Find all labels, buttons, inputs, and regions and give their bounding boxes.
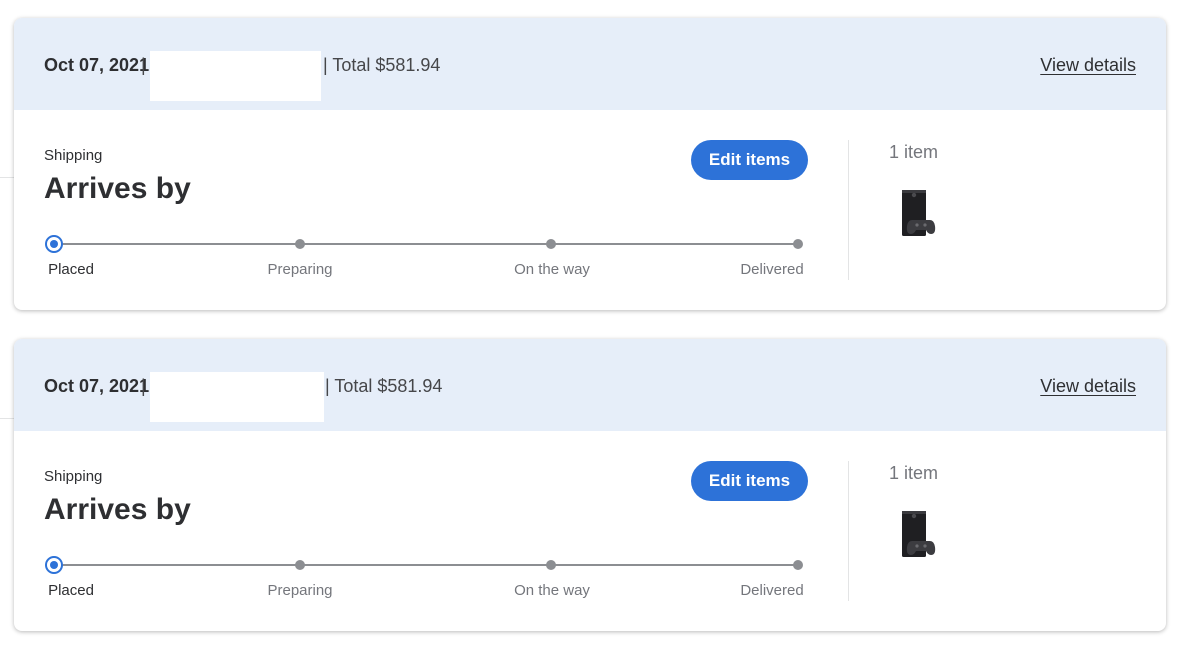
- item-count: 1 item: [889, 142, 939, 162]
- step-dot: [546, 560, 556, 570]
- step-label-on-the-way: On the way: [514, 261, 590, 278]
- view-details-link[interactable]: View details: [1040, 376, 1136, 397]
- step-label-on-the-way: On the way: [514, 582, 590, 599]
- step-label-delivered: Delivered: [740, 261, 804, 278]
- step-dot: [295, 239, 305, 249]
- step-current-marker: [45, 556, 63, 574]
- step-current-marker: [45, 235, 63, 253]
- step-dot: [295, 560, 305, 570]
- order-progress-tracker: Placed Preparing On the way Delivered: [14, 18, 844, 310]
- view-details-link[interactable]: View details: [1040, 55, 1136, 76]
- step-dot: [793, 239, 803, 249]
- order-card: Oct 07, 2021 | | Total $581.94 View deta…: [14, 339, 1166, 631]
- column-divider: [848, 461, 849, 601]
- progress-track: [54, 564, 798, 566]
- order-progress-tracker: Placed Preparing On the way Delivered: [14, 339, 844, 631]
- step-label-placed: Placed: [48, 582, 94, 599]
- progress-track: [54, 243, 798, 245]
- step-dot: [546, 239, 556, 249]
- step-dot: [793, 560, 803, 570]
- step-label-preparing: Preparing: [267, 582, 333, 599]
- order-card: Oct 07, 2021 | | Total $581.94 View deta…: [14, 18, 1166, 310]
- page-edge-line: [0, 418, 14, 419]
- page-edge-line: [0, 177, 14, 178]
- step-label-delivered: Delivered: [740, 582, 804, 599]
- game-console-icon[interactable]: [898, 509, 938, 563]
- game-console-icon[interactable]: [898, 188, 938, 242]
- column-divider: [848, 140, 849, 280]
- step-label-placed: Placed: [48, 261, 94, 278]
- step-label-preparing: Preparing: [267, 261, 333, 278]
- item-count: 1 item: [889, 463, 939, 483]
